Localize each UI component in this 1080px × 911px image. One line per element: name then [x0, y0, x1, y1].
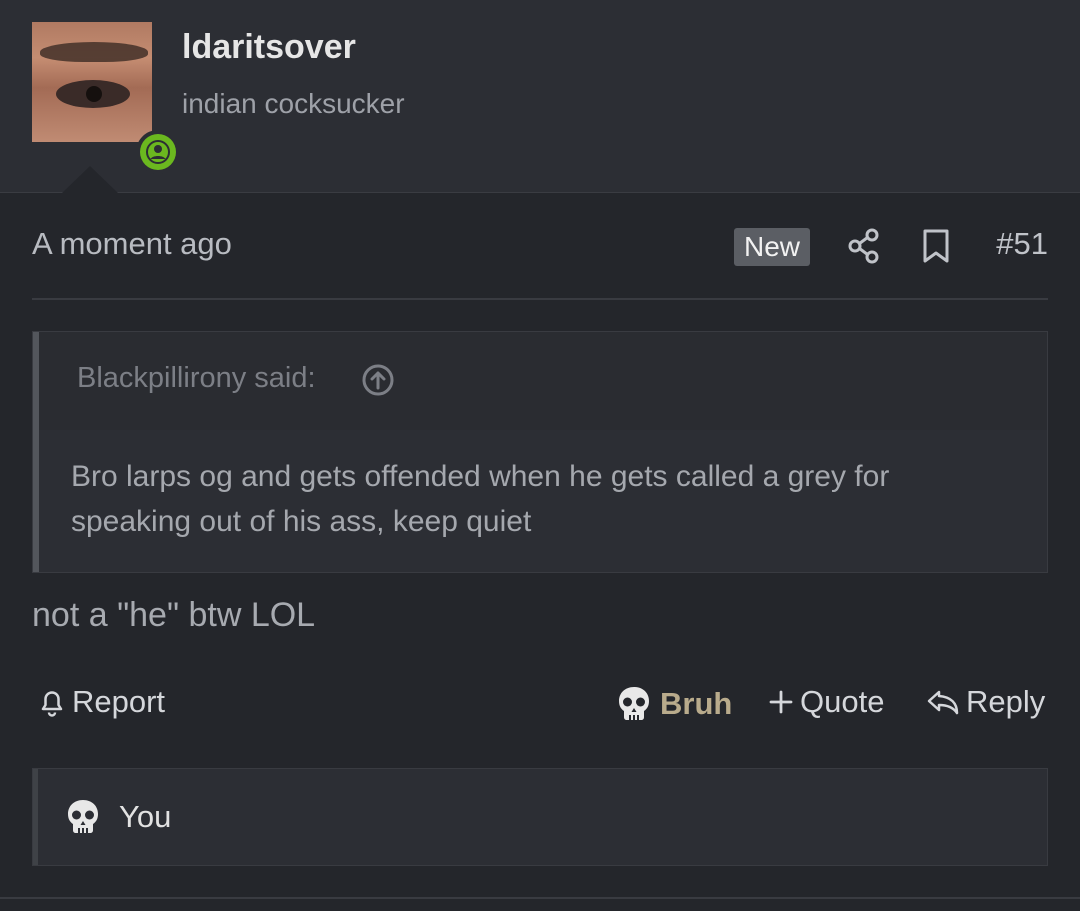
user-info-block: ldaritsover indian cocksucker	[0, 0, 1080, 193]
quote-author[interactable]: Blackpillirony said:	[77, 362, 316, 395]
post-timestamp[interactable]: A moment ago	[32, 226, 232, 262]
user-title: indian cocksucker	[182, 88, 405, 119]
post-actions: Report Bruh Quote Reply	[32, 680, 1048, 730]
username[interactable]: ldaritsover	[182, 28, 356, 67]
quote-block: Blackpillirony said: Bro larps og and ge…	[32, 331, 1048, 573]
bottom-divider	[0, 897, 1080, 899]
reply-button[interactable]: Reply	[926, 684, 1045, 720]
reaction-users[interactable]: You	[119, 799, 171, 835]
avatar[interactable]	[32, 22, 180, 174]
quote-header: Blackpillirony said:	[39, 332, 1047, 430]
reply-icon	[927, 690, 959, 715]
avatar-eye	[56, 80, 130, 108]
post-number[interactable]: #51	[996, 226, 1048, 262]
reactions-bar-accent	[33, 769, 38, 865]
plus-icon	[769, 690, 793, 714]
bell-icon	[41, 691, 63, 717]
share-icon[interactable]	[848, 228, 880, 264]
skull-icon	[619, 687, 649, 720]
react-label: Bruh	[660, 686, 733, 721]
react-button[interactable]: Bruh	[614, 684, 732, 724]
reactions-bar[interactable]: You	[32, 768, 1048, 866]
online-status-badge	[136, 130, 180, 174]
arrow-up-circle-icon[interactable]	[361, 363, 395, 397]
post-meta: A moment ago New #51	[32, 222, 1048, 270]
new-badge: New	[734, 228, 811, 266]
report-label: Report	[72, 684, 166, 719]
skull-icon	[68, 800, 98, 833]
avatar-brow	[40, 42, 148, 62]
report-button[interactable]: Report	[38, 684, 165, 720]
quote-label: Quote	[800, 684, 885, 719]
divider	[32, 298, 1048, 300]
quote-text: Bro larps og and gets offended when he g…	[71, 460, 890, 538]
user-icon	[146, 140, 170, 164]
quote-button[interactable]: Quote	[768, 684, 884, 720]
post-pointer	[62, 166, 118, 193]
reply-label: Reply	[966, 684, 1046, 719]
post-message: not a "he" btw LOL	[32, 596, 316, 634]
bookmark-icon[interactable]	[922, 228, 950, 264]
